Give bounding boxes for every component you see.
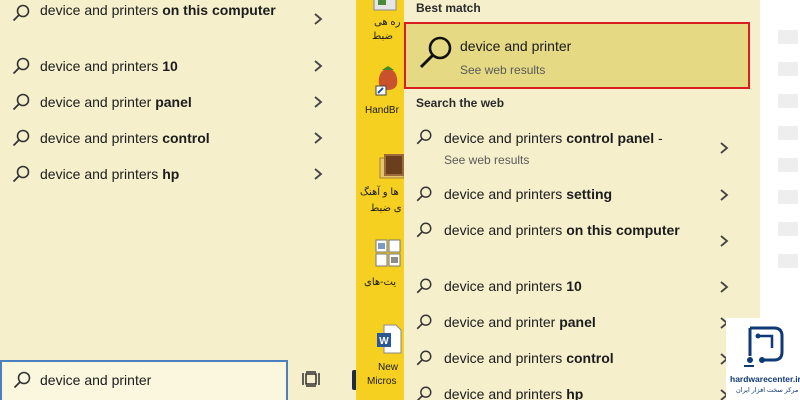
web-result-text: device and printers 10 — [444, 278, 582, 294]
suggestion-text: device and printers on this computer — [40, 2, 276, 18]
left-suggestion-item[interactable]: device and printers on this computer — [0, 0, 340, 48]
left-suggestion-item[interactable]: device and printers 10 — [0, 55, 340, 79]
web-result-item[interactable]: device and printers setting — [404, 184, 744, 208]
left-suggestion-item[interactable]: device and printers control — [0, 127, 340, 151]
desktop-background: ره هی ضبط HandBr ها و آهنگ ی ضبط یت-های … — [356, 0, 406, 400]
search-icon — [416, 222, 432, 238]
circuit-logo-icon — [744, 326, 784, 367]
web-result-text: device and printers control panel - — [444, 130, 663, 146]
search-icon — [13, 371, 31, 389]
placeholder-block — [778, 190, 798, 204]
chevron-right-icon[interactable] — [718, 141, 730, 155]
word-document-icon[interactable]: W — [376, 324, 402, 354]
handbrake-icon[interactable] — [374, 66, 402, 96]
gallery-icon[interactable] — [374, 238, 402, 268]
chevron-right-icon[interactable] — [718, 280, 730, 294]
search-web-heading: Search the web — [416, 96, 505, 110]
best-match-result[interactable]: device and printer See web results — [404, 22, 750, 89]
hardwarecenter-logo: hardwarecenter.ir مرکز سخت افزار ایران — [726, 318, 800, 400]
search-icon — [416, 314, 432, 330]
chevron-right-icon[interactable] — [312, 131, 324, 145]
taskbar-search-box[interactable]: device and printer — [0, 360, 288, 400]
web-result-item[interactable]: device and printer panel — [404, 312, 744, 336]
chevron-right-icon[interactable] — [312, 167, 324, 181]
chevron-right-icon[interactable] — [312, 12, 324, 26]
task-view-icon[interactable] — [302, 371, 320, 387]
web-result-text: device and printers on this computer — [444, 222, 680, 238]
web-result-item[interactable]: device and printers hp — [404, 384, 744, 400]
left-suggestion-item[interactable]: device and printers hp — [0, 163, 340, 187]
web-result-subtitle: See web results — [444, 153, 530, 167]
best-match-title: device and printer — [460, 38, 572, 54]
desktop-icon-label: ره هی — [374, 17, 401, 28]
chevron-right-icon[interactable] — [718, 234, 730, 248]
search-icon — [416, 386, 432, 400]
placeholder-block — [778, 62, 798, 76]
desktop-icon-label: New — [378, 362, 399, 373]
search-icon — [416, 186, 432, 202]
search-input[interactable]: device and printer — [40, 372, 151, 388]
desktop-icon-label: یت-های — [364, 277, 397, 288]
placeholder-block — [778, 30, 798, 44]
left-suggestion-item[interactable]: device and printer panel — [0, 91, 340, 115]
logo-tagline: مرکز سخت افزار ایران — [736, 387, 799, 394]
web-result-text: device and printers hp — [444, 386, 584, 400]
placeholder-block — [778, 126, 798, 140]
search-icon — [419, 36, 452, 69]
search-icon — [12, 4, 30, 22]
best-match-subtitle: See web results — [460, 63, 546, 77]
logo-name: hardwarecenter.ir — [730, 374, 800, 384]
suggestion-text: device and printers control — [40, 130, 210, 146]
web-result-text: device and printer panel — [444, 314, 596, 330]
web-result-text: device and printers control — [444, 350, 614, 366]
desktop-icon-label: ی ضبط — [370, 203, 402, 214]
desktop-icon-label: ضبط — [372, 31, 394, 42]
search-icon — [12, 93, 30, 111]
right-search-panel: Best match device and printer See web re… — [404, 0, 760, 400]
chevron-right-icon[interactable] — [718, 188, 730, 202]
left-search-panel: device and printers on this computer dev… — [0, 0, 358, 400]
search-icon — [12, 57, 30, 75]
media-folder-icon[interactable] — [376, 152, 406, 180]
chevron-right-icon[interactable] — [312, 95, 324, 109]
desktop-icon-label: Micros — [367, 376, 397, 387]
web-result-item[interactable]: device and printers on this computer — [404, 220, 744, 264]
placeholder-block — [778, 222, 798, 236]
web-result-text: device and printers setting — [444, 186, 613, 202]
desktop-icon-label: HandBr — [365, 105, 399, 116]
placeholder-block — [778, 254, 798, 268]
svg-text:W: W — [379, 336, 389, 347]
search-icon — [12, 165, 30, 183]
suggestion-text: device and printers 10 — [40, 58, 178, 74]
suggestion-text: device and printer panel — [40, 94, 192, 110]
suggestion-text: device and printers hp — [40, 166, 180, 182]
web-result-item[interactable]: device and printers 10 — [404, 276, 744, 300]
best-match-heading: Best match — [416, 1, 481, 15]
desktop-app-icon[interactable] — [372, 0, 398, 12]
placeholder-block — [778, 94, 798, 108]
web-result-item[interactable]: device and printers control panel - See … — [404, 126, 744, 170]
chevron-right-icon[interactable] — [312, 59, 324, 73]
placeholder-block — [778, 158, 798, 172]
web-result-item[interactable]: device and printers control — [404, 348, 744, 372]
search-icon — [12, 129, 30, 147]
search-icon — [416, 350, 432, 366]
search-icon — [416, 278, 432, 294]
search-icon — [416, 129, 432, 145]
desktop-icon-label: ها و آهنگ — [360, 187, 399, 198]
